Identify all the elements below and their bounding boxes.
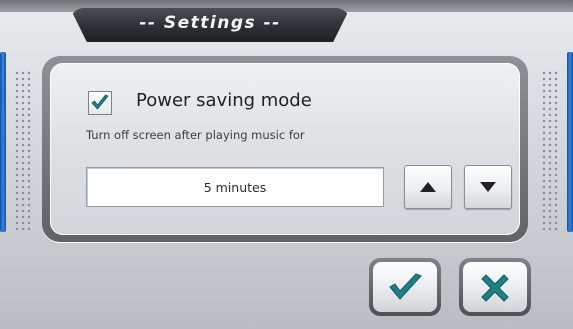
right-speaker-grille — [541, 70, 559, 230]
checkmark-icon — [91, 94, 109, 110]
duration-value: 5 minutes — [203, 179, 267, 195]
increase-button[interactable] — [404, 165, 452, 209]
cancel-button-face — [463, 262, 527, 312]
decrease-button[interactable] — [464, 165, 512, 209]
down-arrow-icon — [480, 182, 496, 192]
x-icon — [481, 274, 509, 302]
left-speaker-grille — [14, 70, 32, 230]
checkmark-icon — [389, 273, 422, 300]
power-saving-checkbox[interactable] — [88, 91, 112, 115]
cancel-button[interactable] — [459, 258, 531, 316]
power-saving-label[interactable]: Power saving mode — [136, 90, 312, 111]
settings-window: -- Settings -- Power saving mode Turn of… — [0, 0, 573, 329]
title-tab: -- Settings -- — [70, 8, 350, 42]
confirm-button-face — [373, 262, 437, 312]
duration-value-field: 5 minutes — [86, 167, 384, 207]
confirm-button[interactable] — [369, 258, 441, 316]
left-blue-edge — [0, 52, 6, 232]
settings-panel-body: Power saving mode Turn off screen after … — [50, 63, 520, 235]
settings-panel: Power saving mode Turn off screen after … — [42, 56, 528, 242]
screen-off-description: Turn off screen after playing music for — [86, 128, 305, 142]
right-blue-edge — [567, 52, 573, 232]
dialog-title: -- Settings -- — [139, 13, 281, 33]
up-arrow-icon — [420, 182, 436, 192]
